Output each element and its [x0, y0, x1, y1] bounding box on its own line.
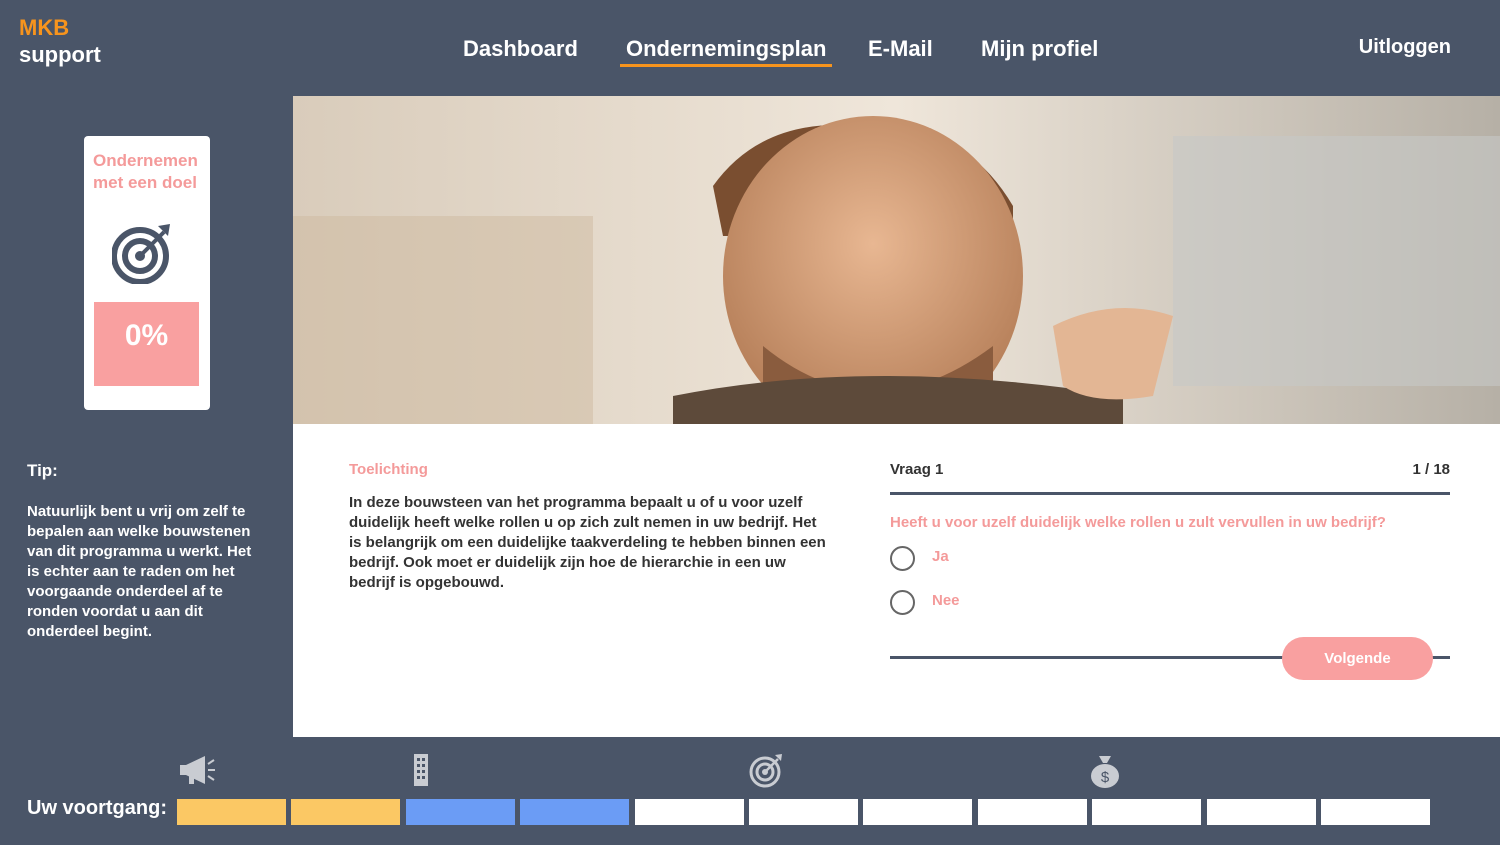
radio-nee[interactable] [890, 590, 915, 615]
nav-dashboard[interactable]: Dashboard [463, 36, 578, 62]
progress-segment [405, 799, 515, 825]
progress-segment [634, 799, 744, 825]
building-icon [414, 754, 428, 786]
progress-segment [291, 799, 401, 825]
explanation-text: In deze bouwsteen van het programma bepa… [349, 494, 826, 591]
main-nav: Dashboard Ondernemingsplan E-Mail Mijn p… [0, 36, 1500, 67]
progress-segment [1206, 799, 1316, 825]
money-bag-icon: $ [1091, 756, 1119, 788]
module-card-title: Ondernemen met een doel [93, 151, 198, 192]
target-icon [112, 224, 170, 284]
question-divider [890, 492, 1450, 495]
tip-heading: Tip: [27, 461, 58, 480]
logout-button[interactable]: Uitloggen [1359, 36, 1451, 59]
option-nee-label: Nee [932, 592, 960, 609]
svg-text:$: $ [1101, 769, 1110, 786]
progress-segment [977, 799, 1087, 825]
radio-ja[interactable] [890, 546, 915, 571]
nav-mijn-profiel[interactable]: Mijn profiel [981, 36, 1098, 62]
progress-segment [177, 799, 286, 825]
nav-ondernemingsplan[interactable]: Ondernemingsplan [620, 36, 833, 67]
progress-segment [520, 799, 630, 825]
module-progress-percent: 0% [94, 302, 199, 386]
target-icon [749, 754, 782, 788]
nav-email[interactable]: E-Mail [868, 36, 933, 62]
question-counter: 1 / 18 [1412, 461, 1450, 478]
progress-segment [863, 799, 973, 825]
hero-image [293, 96, 1500, 424]
question-label: Vraag 1 [890, 461, 944, 478]
tip-text: Natuurlijk bent u vrij om zelf te bepale… [27, 503, 252, 640]
progress-label: Uw voortgang: [27, 797, 167, 819]
module-card[interactable]: Ondernemen met een doel 0% [84, 136, 210, 410]
man-photo-illustration [293, 96, 1500, 424]
next-button[interactable]: Volgende [1282, 637, 1433, 680]
explanation-heading: Toelichting [349, 461, 428, 478]
question-panel: Toelichting In deze bouwsteen van het pr… [293, 424, 1500, 737]
question-text: Heeft u voor uzelf duidelijk welke rolle… [890, 514, 1386, 531]
progress-segment [1321, 799, 1430, 825]
option-ja-label: Ja [932, 548, 949, 565]
megaphone-icon [180, 756, 215, 784]
progress-segment [1092, 799, 1202, 825]
progress-segment [749, 799, 858, 825]
